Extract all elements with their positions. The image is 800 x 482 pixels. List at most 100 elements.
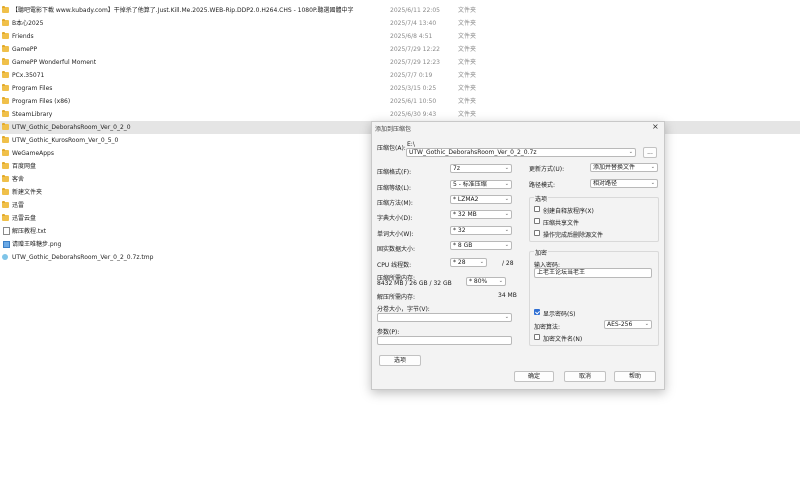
method-label: 压缩方法(M): (377, 200, 413, 207)
file-date: 2025/6/8 4:51 (390, 33, 433, 40)
archive-path-value: UTW_Gothic_DeborahsRoom_Ver_0_2_0.7z (409, 149, 537, 156)
chevron-down-icon: ⌄ (504, 227, 509, 233)
chevron-down-icon: ⌄ (628, 149, 633, 155)
password-input[interactable]: 上老王论坛当老王 (534, 268, 652, 278)
level-select[interactable]: 5 - 标准压缩 ⌄ (450, 180, 512, 189)
browse-button[interactable]: ... (643, 147, 657, 158)
file-name: SteamLibrary (12, 111, 53, 118)
file-date: 2025/7/29 12:23 (390, 59, 440, 66)
folder-icon (2, 32, 9, 39)
list-item[interactable]: B本心2025 2025/7/4 13:40 文件夹 (0, 17, 800, 30)
file-date: 2025/7/29 12:22 (390, 46, 440, 53)
format-select[interactable]: 7z ⌄ (450, 164, 512, 173)
delete-checkbox[interactable] (534, 230, 540, 236)
folder-icon (2, 6, 9, 13)
list-item[interactable]: Program Files 2025/3/15 0:25 文件夹 (0, 82, 800, 95)
mem-select[interactable]: * 80% ⌄ (466, 277, 506, 286)
method-select[interactable]: * LZMA2 ⌄ (450, 195, 512, 204)
file-name: 新建文件夹 (12, 189, 43, 196)
chevron-down-icon: ⌄ (504, 242, 509, 248)
file-type: 文件夹 (458, 72, 477, 79)
file-date: 2025/7/7 0:19 (390, 72, 433, 79)
dict-select[interactable]: * 32 MB ⌄ (450, 210, 512, 219)
shared-checkbox[interactable] (534, 218, 540, 224)
dict-value: * 32 MB (453, 211, 477, 218)
file-type: 文件夹 (458, 46, 477, 53)
cancel-button[interactable]: 取消 (564, 371, 606, 382)
file-name: GamePP (12, 46, 38, 53)
file-date: 2025/7/4 13:40 (390, 20, 437, 27)
update-value: 添加并替换文件 (593, 164, 636, 171)
archive-label: 压缩包(A): (377, 145, 406, 152)
archive-dir: E:\ (407, 141, 415, 148)
show-password-checkbox[interactable] (534, 309, 540, 315)
sfx-checkbox[interactable] (534, 206, 540, 212)
archive-path-combo[interactable]: UTW_Gothic_DeborahsRoom_Ver_0_2_0.7z ⌄ (406, 148, 636, 157)
list-item[interactable]: PCx.35071 2025/7/7 0:19 文件夹 (0, 69, 800, 82)
file-name: UTW_Gothic_DeborahsRoom_Ver_0_2_0.7z.tmp (12, 254, 154, 261)
cpu-max: / 28 (502, 260, 514, 267)
decomp-value: 34 MB (498, 292, 517, 299)
cpu-select[interactable]: * 28 ⌄ (450, 258, 487, 267)
list-item[interactable]: Program Files (x86) 2025/6/1 10:50 文件夹 (0, 95, 800, 108)
method-value: * LZMA2 (453, 196, 479, 203)
file-type: 文件夹 (458, 59, 477, 66)
file-type: 文件夹 (458, 7, 477, 14)
list-item[interactable]: SteamLibrary 2025/6/30 9:43 文件夹 (0, 108, 800, 121)
file-name: Program Files (x86) (12, 98, 71, 105)
encrypt-group-title: 加密 (534, 248, 549, 257)
chevron-down-icon: ⌄ (498, 278, 503, 284)
file-name: Program Files (12, 85, 53, 92)
folder-icon (2, 214, 9, 221)
chevron-down-icon: ⌄ (504, 314, 509, 320)
solid-select[interactable]: * 8 GB ⌄ (450, 241, 512, 250)
list-item[interactable]: GamePP Wonderful Moment 2025/7/29 12:23 … (0, 56, 800, 69)
folder-icon (2, 97, 9, 104)
file-type: 文件夹 (458, 98, 477, 105)
path-select[interactable]: 相对路径 ⌄ (590, 179, 658, 188)
sfx-label: 创建自释放程序(X) (543, 208, 594, 215)
close-icon[interactable]: × (652, 122, 659, 131)
file-type: 文件夹 (458, 85, 477, 92)
path-value: 相对路径 (593, 180, 618, 187)
folder-icon (2, 201, 9, 208)
help-button[interactable]: 帮助 (614, 371, 656, 382)
chevron-down-icon: ⌄ (504, 196, 509, 202)
dict-label: 字典大小(D): (377, 215, 413, 222)
level-value: 5 - 标准压缩 (453, 181, 487, 188)
show-password-label: 显示密码(S) (543, 311, 576, 318)
split-select[interactable]: ⌄ (377, 313, 512, 322)
file-name: 客舍 (12, 176, 25, 183)
folder-icon (2, 45, 9, 52)
file-name: 百度网盘 (12, 163, 37, 170)
chevron-down-icon: ⌄ (504, 165, 509, 171)
enc-method-select[interactable]: AES-256 ⌄ (604, 320, 652, 329)
word-label: 单词大小(W): (377, 231, 414, 238)
txt-icon (3, 227, 10, 235)
file-type: 文件夹 (458, 111, 477, 118)
png-icon (3, 241, 10, 248)
shared-label: 压缩共享文件 (543, 220, 580, 227)
update-select[interactable]: 添加并替换文件 ⌄ (590, 163, 658, 172)
enc-method-value: AES-256 (607, 321, 633, 328)
cpu-label: CPU 线程数: (377, 262, 412, 269)
list-item[interactable]: GamePP 2025/7/29 12:22 文件夹 (0, 43, 800, 56)
folder-icon (2, 162, 9, 169)
chevron-down-icon: ⌄ (650, 164, 655, 170)
folder-icon (2, 123, 9, 130)
file-name: 请赠王唯糖步.png (12, 241, 62, 248)
file-name: 解压教程.txt (12, 228, 47, 235)
update-label: 更新方式(U): (529, 166, 565, 173)
file-name: Friends (12, 33, 34, 40)
list-item[interactable]: 【聽吧電影下載 www.kubady.com】干掉杀了他算了.Just.Kill… (0, 4, 800, 17)
file-name: UTW_Gothic_KurosRoom_Ver_0_5_0 (12, 137, 119, 144)
file-name: PCx.35071 (12, 72, 45, 79)
ok-button[interactable]: 确定 (514, 371, 554, 382)
params-input[interactable] (377, 336, 512, 345)
encrypt-names-checkbox[interactable] (534, 334, 540, 340)
list-item[interactable]: Friends 2025/6/8 4:51 文件夹 (0, 30, 800, 43)
options-button[interactable]: 选项 (379, 355, 421, 366)
file-date: 2025/6/11 22:05 (390, 7, 440, 14)
word-select[interactable]: * 32 ⌄ (450, 226, 512, 235)
chevron-down-icon: ⌄ (504, 211, 509, 217)
